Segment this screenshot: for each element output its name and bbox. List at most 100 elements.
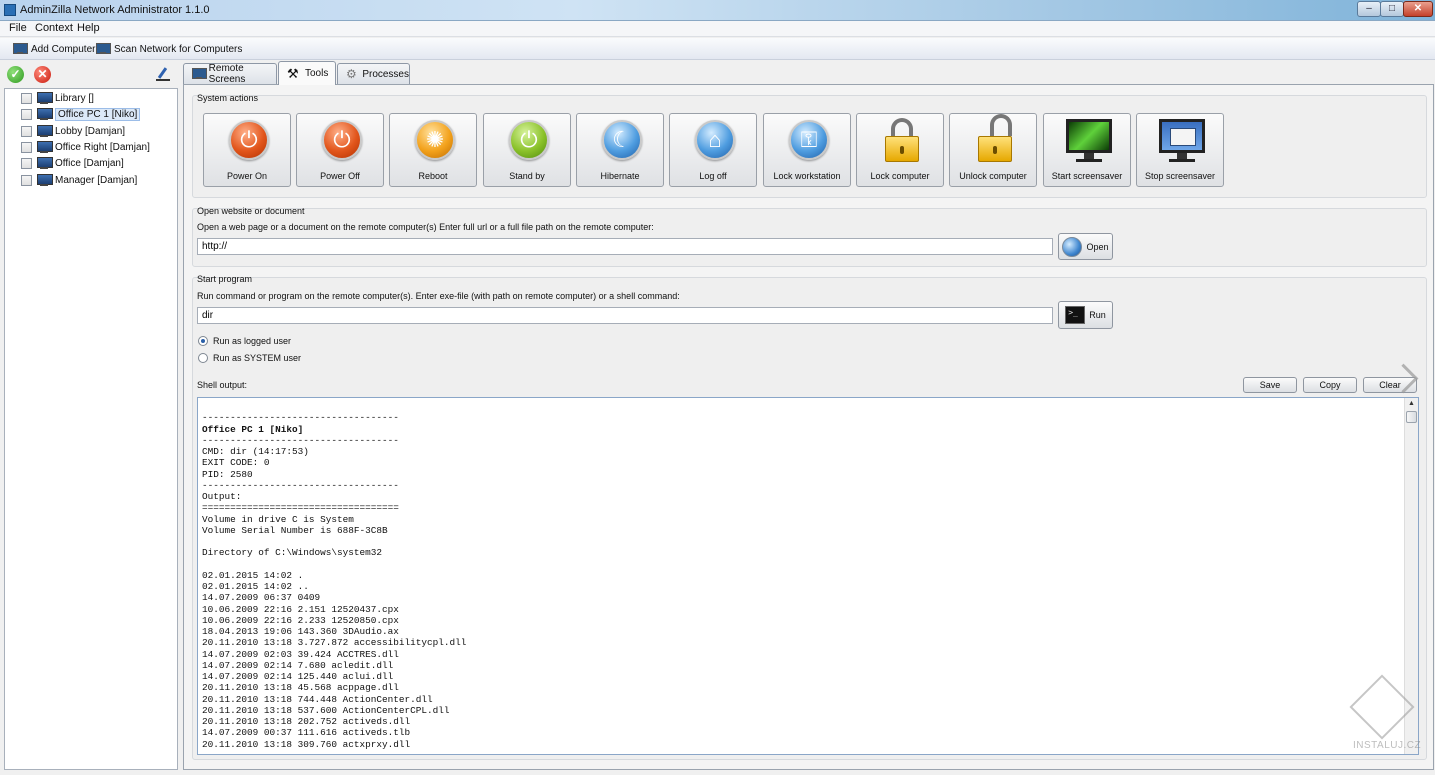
home-icon: ⌂ — [695, 120, 735, 160]
menu-help[interactable]: Help — [77, 22, 100, 34]
computer-row-office[interactable]: Office [Damjan] — [21, 156, 124, 171]
action-label: Stand by — [509, 171, 545, 181]
computer-checkbox[interactable] — [21, 142, 32, 153]
tab-label: Tools — [305, 68, 329, 79]
output-line: Office PC 1 [Niko] — [202, 423, 304, 435]
output-line: 20.11.2010 13:18 537.600 ActionCenterCPL… — [202, 704, 450, 716]
menu-context[interactable]: Context — [35, 22, 73, 34]
unlock-computer-button[interactable]: Unlock computer — [949, 113, 1037, 187]
menu-file[interactable]: File — [9, 22, 27, 34]
action-label: Hibernate — [600, 171, 640, 181]
action-label: Start screensaver — [1051, 171, 1123, 181]
output-line: 20.11.2010 13:18 202.752 activeds.dll — [202, 716, 411, 727]
padlock-open-icon — [978, 114, 1012, 162]
uncheck-all-icon[interactable]: ✕ — [34, 66, 51, 83]
add-computer-button[interactable]: Add Computer — [13, 41, 95, 57]
key-icon: ⚿ — [789, 120, 829, 160]
output-line: Output: — [202, 491, 242, 502]
tab-tools[interactable]: ⚒ Tools — [278, 61, 336, 85]
watermark-text: INSTALUJ.CZ — [1353, 740, 1422, 751]
action-label: Lock workstation — [773, 171, 841, 181]
computer-tree: Library [] Office PC 1 [Niko] Lobby [Dam… — [4, 88, 178, 770]
output-line: 14.07.2009 02:14 125.440 aclui.dll — [202, 671, 394, 682]
start-program-title: Start program — [197, 274, 253, 284]
globe-icon — [1062, 236, 1083, 257]
hibernate-button[interactable]: ☾ Hibernate — [576, 113, 664, 187]
close-button[interactable]: ✕ — [1403, 1, 1433, 17]
command-input[interactable] — [197, 307, 1053, 324]
computer-row-library[interactable]: Library [] — [21, 91, 94, 106]
save-button[interactable]: Save — [1243, 377, 1297, 393]
output-line: Volume in drive C is System — [202, 513, 354, 525]
output-line: 10.06.2009 22:16 2.233 12520850.cpx — [202, 614, 399, 626]
computer-row-manager[interactable]: Manager [Damjan] — [21, 173, 137, 188]
computer-row-lobby[interactable]: Lobby [Damjan] — [21, 124, 125, 139]
lock-workstation-button[interactable]: ⚿ Lock workstation — [763, 113, 851, 187]
scroll-thumb[interactable] — [1406, 411, 1417, 423]
computer-icon — [37, 92, 53, 105]
open-website-description: Open a web page or a document on the rem… — [197, 222, 654, 232]
add-computer-icon — [13, 43, 28, 55]
scan-network-button[interactable]: Scan Network for Computers — [96, 41, 242, 57]
tab-remote-screens[interactable]: Remote Screens — [183, 63, 277, 85]
maximize-button[interactable]: □ — [1380, 1, 1404, 17]
monitor-desktop-icon — [1159, 119, 1205, 163]
moon-icon: ☾ — [602, 120, 642, 160]
shell-output-area[interactable]: ----------------------------------- Offic… — [197, 397, 1419, 755]
tools-icon: ⚒ — [287, 65, 299, 81]
computer-list-toolbar: ✓ ✕ — [4, 62, 178, 88]
output-line: PID: 2580 — [202, 468, 253, 480]
run-as-logged-radio[interactable] — [198, 336, 208, 346]
computer-checkbox[interactable] — [21, 109, 32, 120]
minimize-button[interactable]: – — [1357, 1, 1381, 17]
system-actions-title: System actions — [197, 93, 259, 103]
monitor-icon — [192, 68, 207, 80]
log-off-button[interactable]: ⌂ Log off — [669, 113, 757, 187]
scan-network-icon — [96, 43, 111, 55]
padlock-closed-icon — [885, 118, 919, 162]
url-input[interactable] — [197, 238, 1053, 255]
sunburst-icon: ✺ — [415, 120, 455, 160]
tab-processes[interactable]: ⚙ Processes — [337, 63, 410, 84]
run-as-system-option[interactable]: Run as SYSTEM user — [198, 353, 301, 363]
edit-icon[interactable] — [155, 66, 171, 82]
computer-checkbox[interactable] — [21, 175, 32, 186]
computer-row-office-right[interactable]: Office Right [Damjan] — [21, 140, 150, 155]
power-icon: ⏻ — [229, 120, 269, 160]
output-line: 14.07.2009 00:37 111.616 activeds.tlb — [202, 727, 411, 739]
stand-by-button[interactable]: ⏻ Stand by — [483, 113, 571, 187]
terminal-icon — [1065, 306, 1086, 324]
run-as-logged-label: Run as logged user — [213, 336, 292, 346]
menu-bar: File Context Help — [0, 21, 1435, 37]
computer-checkbox[interactable] — [21, 158, 32, 169]
shell-output-title: Shell output: — [197, 380, 248, 390]
computer-checkbox[interactable] — [21, 126, 32, 137]
power-icon: ⏻ — [322, 120, 362, 160]
watermark-logo: INSTALUJ.CZ — [1345, 674, 1425, 758]
reboot-button[interactable]: ✺ Reboot — [389, 113, 477, 187]
check-all-icon[interactable]: ✓ — [7, 66, 24, 83]
copy-button[interactable]: Copy — [1303, 377, 1357, 393]
add-computer-label: Add Computer — [31, 43, 96, 55]
open-button[interactable]: Open — [1058, 233, 1113, 260]
run-button[interactable]: Run — [1058, 301, 1113, 329]
computer-checkbox[interactable] — [21, 93, 32, 104]
open-website-title: Open website or document — [197, 206, 305, 216]
lock-computer-button[interactable]: Lock computer — [856, 113, 944, 187]
power-off-button[interactable]: ⏻ Power Off — [296, 113, 384, 187]
computer-label: Lobby [Damjan] — [55, 126, 126, 137]
computer-list-panel: ✓ ✕ Library [] Office PC 1 [Niko] Lobby … — [4, 62, 178, 770]
output-line: 02.01.2015 14:02 . — [202, 569, 304, 581]
computer-icon — [37, 125, 53, 138]
computer-row-office-pc-1[interactable]: Office PC 1 [Niko] — [21, 107, 141, 122]
run-as-system-radio[interactable] — [198, 353, 208, 363]
stop-screensaver-button[interactable]: Stop screensaver — [1136, 113, 1224, 187]
action-label: Reboot — [418, 171, 448, 181]
start-screensaver-button[interactable]: Start screensaver — [1043, 113, 1131, 187]
run-as-logged-option[interactable]: Run as logged user — [198, 336, 291, 346]
scroll-up-icon[interactable]: ▲ — [1405, 398, 1418, 410]
tab-label: Processes — [362, 68, 409, 80]
open-button-label: Open — [1086, 241, 1109, 252]
start-program-description: Run command or program on the remote com… — [197, 291, 680, 301]
power-on-button[interactable]: ⏻ Power On — [203, 113, 291, 187]
